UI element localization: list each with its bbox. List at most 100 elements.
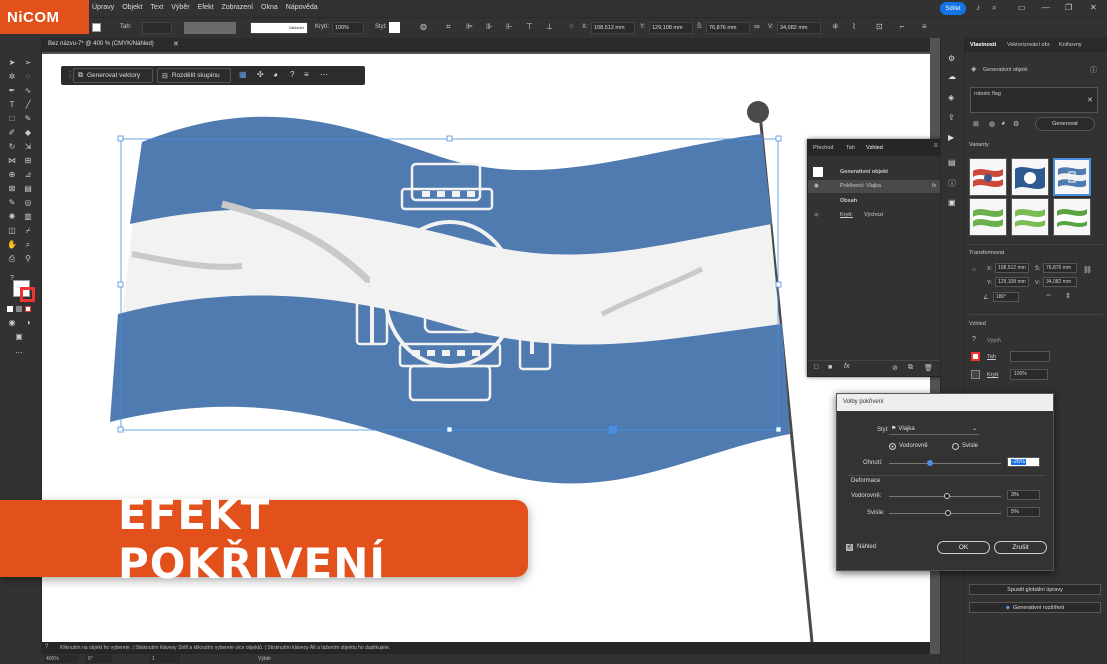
stroke-weight-field[interactable] <box>1010 351 1050 362</box>
warp-icon[interactable]: ⌇ <box>852 22 856 31</box>
opacity-field[interactable]: 100% <box>1010 369 1048 380</box>
play-icon[interactable]: ▶ <box>948 133 954 142</box>
variant-thumb-1[interactable] <box>969 158 1007 196</box>
pen-tool-icon[interactable]: ✒ <box>7 86 17 95</box>
artboards-icon[interactable]: ▣ <box>948 198 956 207</box>
cancel-button[interactable]: Zrušit <box>994 541 1047 554</box>
artboard-nav-field[interactable]: 1 <box>150 655 180 663</box>
artboard-tool-icon[interactable]: ◫ <box>7 226 17 235</box>
bend-slider-knob[interactable] <box>927 460 934 466</box>
w-field[interactable]: 76,876 mm <box>706 22 750 34</box>
rectangle-tool-icon[interactable]: □ <box>7 114 17 123</box>
h-field[interactable]: 34,082 mm <box>777 22 821 34</box>
close-window-icon[interactable]: ✕ <box>1090 3 1097 12</box>
fill-swatch[interactable] <box>92 23 101 32</box>
print-tiling-icon[interactable]: ⎙ <box>7 254 17 263</box>
bend-slider-track[interactable] <box>889 463 1001 464</box>
menu-view[interactable]: Zobrazení <box>222 4 254 11</box>
isolate-icon[interactable]: ⊡ <box>876 22 883 31</box>
generative-badge-icon[interactable] <box>609 426 617 434</box>
brush-profile-field[interactable]: Základní <box>250 22 308 34</box>
reference-point-icon[interactable]: ⁘ <box>971 266 977 274</box>
menu-window[interactable]: Okna <box>261 4 278 11</box>
global-edit-button[interactable]: Spustit globální úpravy <box>969 584 1101 595</box>
opacity-field[interactable]: 100% <box>332 22 364 34</box>
zoom-icon[interactable]: ⚲ <box>23 254 33 263</box>
distortion-v-value-field[interactable]: 5% <box>1007 507 1040 517</box>
symbol-sprayer-icon[interactable]: ✺ <box>7 212 17 221</box>
link-icon[interactable]: ∞ <box>754 22 760 31</box>
menu-object[interactable]: Objekt <box>122 4 142 11</box>
menu-text[interactable]: Text <box>150 4 163 11</box>
comments-icon[interactable]: ▤ <box>948 158 956 167</box>
bend-value-field[interactable]: -26% <box>1007 457 1040 467</box>
panel-menu-icon[interactable]: ≡ <box>934 143 938 149</box>
distortion-v-slider-knob[interactable] <box>944 510 951 516</box>
mesh-tool-icon[interactable]: ⊠ <box>7 184 17 193</box>
preview-checkbox[interactable]: ✓ <box>846 544 853 551</box>
curvature-icon[interactable]: ∿ <box>23 86 33 95</box>
layers-icon[interactable]: ◈ <box>948 93 954 102</box>
style-dropdown[interactable]: ⚑ Vlajka ⌄ <box>889 424 979 435</box>
shape-builder-icon[interactable]: ⊕ <box>7 170 17 179</box>
line-tool-icon[interactable]: ╱ <box>23 100 33 109</box>
appearance-row-contents[interactable]: Obsah <box>808 195 943 208</box>
variant-thumb-5[interactable] <box>1011 198 1049 236</box>
selection-tool-icon[interactable]: ➤ <box>7 58 17 67</box>
reference-point-icon[interactable]: ⁘ <box>568 22 575 31</box>
properties-icon[interactable]: ⚙ <box>948 54 955 63</box>
info-icon[interactable]: ⓘ <box>948 178 956 189</box>
grid-icon[interactable]: ⁜ <box>832 22 839 31</box>
zoom-tool-icon[interactable]: ⌕ <box>23 240 33 249</box>
info-icon[interactable]: ⓘ <box>1090 65 1097 75</box>
graph-tool-icon[interactable]: ▥ <box>23 212 33 221</box>
menu-icon[interactable]: ≡ <box>304 70 309 79</box>
generative-expand-button[interactable]: ◆ Generativní rozšíření <box>969 602 1101 613</box>
help-icon[interactable]: ? <box>45 644 48 650</box>
clear-prompt-icon[interactable]: ✕ <box>1087 96 1093 104</box>
share-button[interactable]: Sdílet <box>940 2 966 15</box>
graphic-style-swatch[interactable] <box>389 22 400 33</box>
add-effect-icon[interactable]: fx <box>844 363 849 370</box>
stroke-color-swatch[interactable] <box>20 287 35 302</box>
add-stroke-icon[interactable]: □ <box>814 364 818 371</box>
vertical-radio[interactable] <box>952 443 959 450</box>
eraser-tool-icon[interactable]: ◆ <box>23 128 33 137</box>
align-center-icon[interactable]: ⊪ <box>486 22 493 31</box>
fx-icon[interactable]: fx <box>932 183 936 189</box>
brush-tool-icon[interactable]: ✎ <box>23 114 33 123</box>
opacity-label[interactable]: Krytí <box>987 372 998 378</box>
align-left-icon[interactable]: ⊫ <box>466 22 473 31</box>
gradient-mode-icon[interactable] <box>16 306 22 312</box>
close-tab-icon[interactable]: ✕ <box>173 40 179 48</box>
distortion-h-value-field[interactable]: 3% <box>1007 490 1040 500</box>
x-field[interactable]: 108,512 mm <box>995 263 1029 273</box>
recolor-icon[interactable]: ▦ <box>239 70 247 79</box>
more-options-icon[interactable]: ⋯ <box>320 70 328 79</box>
help-icon[interactable]: ? <box>290 70 294 79</box>
prompt-input[interactable]: robotic flag ✕ <box>970 87 1098 113</box>
tab-libraries[interactable]: Knihovny <box>1059 42 1082 48</box>
minimize-icon[interactable]: — <box>1042 3 1050 12</box>
stroke-weight-field[interactable] <box>142 22 172 34</box>
rotation-field[interactable]: 0° <box>86 655 112 663</box>
export-icon[interactable]: ⇪ <box>948 113 955 122</box>
screen-mode-icon[interactable]: ▣ <box>14 332 24 341</box>
transform-icon[interactable]: ✣ <box>257 70 264 79</box>
menu-effect[interactable]: Efekt <box>198 4 214 11</box>
ok-button[interactable]: OK <box>937 541 990 554</box>
variant-thumb-6[interactable] <box>1053 198 1091 236</box>
none-mode-icon[interactable] <box>25 306 31 312</box>
menu-help[interactable]: Nápověda <box>286 4 318 11</box>
tab-properties[interactable]: Vlastnosti <box>970 42 996 48</box>
slice-tool-icon[interactable]: ⌿ <box>23 226 33 235</box>
zoom-field[interactable]: 400% <box>44 655 78 663</box>
w-field[interactable]: 76,876 mm <box>1043 263 1077 273</box>
visibility-eye-icon[interactable]: ◉ <box>814 183 819 189</box>
color-wheel-icon[interactable]: ◕ <box>1001 120 1005 127</box>
variant-thumb-4[interactable] <box>969 198 1007 236</box>
add-fill-icon[interactable]: ■ <box>828 364 832 371</box>
maximize-icon[interactable]: ❐ <box>1065 3 1072 12</box>
tab-image-trace[interactable]: Vektorizování obr. <box>1007 42 1051 48</box>
tab-stroke[interactable]: Tah <box>846 145 855 151</box>
